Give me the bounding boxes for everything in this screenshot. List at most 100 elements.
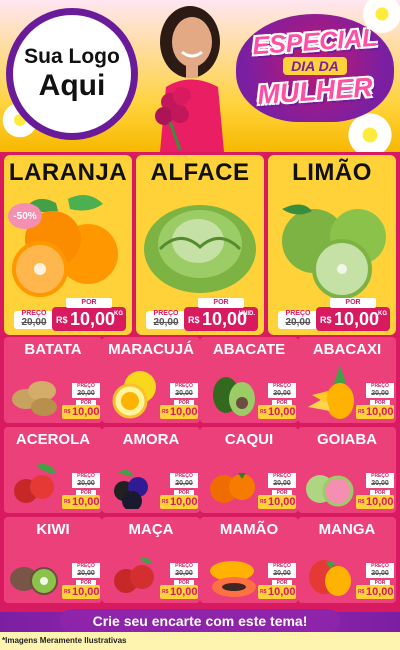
product-image [114, 469, 148, 509]
new-price-value: 10,00 [70, 309, 116, 329]
price-tag: PREÇO 20,00 POR R$ 10,00 [160, 563, 198, 601]
logo-text-line1: Sua Logo [24, 45, 120, 68]
new-price-value: 10,00 [366, 496, 394, 508]
new-price-box: POR R$ 10,00 KG [316, 298, 390, 331]
product-name: LIMÃO [292, 159, 372, 186]
old-price-label: PREÇO [170, 473, 198, 480]
new-price-value: 10,00 [334, 309, 380, 329]
badge-title-line2-text: DIA DA [283, 57, 347, 75]
new-price-box: R$ 10,00 [258, 495, 296, 509]
new-price-value: 10,00 [366, 586, 394, 598]
logo-placeholder: Sua Logo Aqui [6, 8, 138, 140]
product-image [306, 475, 354, 507]
old-price-label: PREÇO [153, 310, 179, 317]
product-card[interactable]: CAQUI PREÇO 20,00 POR R$ 10,00 [200, 427, 298, 513]
product-name: MARACUJÁ [108, 341, 194, 358]
product-image [308, 365, 354, 419]
new-price-box: R$ 10,00 [62, 405, 100, 419]
featured-card[interactable]: LIMÃO PREÇO 20,00 POR R$ 10,00 KG [268, 155, 396, 335]
price-tag: PREÇO 20,00 POR R$ 10,00 KG [14, 298, 128, 331]
product-card[interactable]: MAÇA PREÇO 20,00 POR R$ 10,00 [102, 517, 200, 603]
old-price-box: PREÇO 20,00 [278, 310, 318, 329]
old-price-value: 20,00 [170, 390, 198, 398]
new-price-box: R$ 10,00 [160, 405, 198, 419]
new-price-value: 10,00 [72, 496, 100, 508]
currency-symbol: R$ [260, 589, 267, 595]
old-price-box: PREÇO 20,00 [146, 310, 186, 329]
lime-image [282, 204, 386, 299]
price-tag: PREÇO 20,00 POR R$ 10,00 [258, 563, 296, 601]
new-price-box: R$ 10,00 [258, 585, 296, 599]
new-price-box: R$ 10,00 [62, 495, 100, 509]
product-name: BATATA [24, 341, 82, 358]
currency-symbol: R$ [260, 409, 267, 415]
product-image [14, 464, 56, 503]
product-card[interactable]: MANGA PREÇO 20,00 POR R$ 10,00 [298, 517, 396, 603]
product-name: MAMÃO [219, 521, 279, 538]
product-card[interactable]: GOIABA PREÇO 20,00 POR R$ 10,00 [298, 427, 396, 513]
new-price-value: 10,00 [170, 496, 198, 508]
old-price-label: PREÇO [21, 310, 47, 317]
old-price-value: 20,00 [366, 390, 394, 398]
featured-card[interactable]: ALFACE PREÇO 20,00 POR R$ 10,00 UNID. [136, 155, 264, 335]
old-price-value: 20,00 [268, 480, 296, 488]
new-price-box: R$ 10,00 [160, 585, 198, 599]
price-tag: PREÇO 20,00 POR R$ 10,00 [258, 473, 296, 511]
product-card[interactable]: ABACATE PREÇO 20,00 POR R$ 10,00 [200, 337, 298, 423]
product-name: GOIABA [317, 431, 377, 448]
product-name: AMORA [122, 431, 180, 448]
new-price-value: 10,00 [268, 586, 296, 598]
disclaimer-note: *Imagens Meramente Ilustrativas [2, 636, 127, 645]
old-price-value: 20,00 [153, 317, 179, 328]
product-card[interactable]: MAMÃO PREÇO 20,00 POR R$ 10,00 [200, 517, 298, 603]
new-price-box: R$ 10,00 [356, 405, 394, 419]
old-price-value: 20,00 [285, 317, 311, 328]
price-unit: KG [378, 311, 387, 317]
new-price-value: 10,00 [366, 406, 394, 418]
cta-button[interactable]: Crie seu encarte com este tema! [60, 609, 340, 633]
old-price-value: 20,00 [268, 570, 296, 578]
product-image [213, 377, 255, 416]
old-price-label: PREÇO [366, 473, 394, 480]
old-price-label: PREÇO [170, 383, 198, 390]
old-price-label: PREÇO [72, 563, 100, 570]
old-price-box: PREÇO 20,00 [14, 310, 54, 329]
product-name: CAQUI [224, 431, 274, 448]
product-name: ACEROLA [15, 431, 91, 448]
old-price-value: 20,00 [366, 480, 394, 488]
old-price-label: PREÇO [285, 310, 311, 317]
new-price-box: POR R$ 10,00 UNID. [184, 298, 258, 331]
new-price-box: R$ 10,00 [356, 495, 394, 509]
product-name: MANGA [318, 521, 376, 538]
new-price-value: 10,00 [170, 586, 198, 598]
product-image [12, 381, 57, 416]
old-price-value: 20,00 [170, 570, 198, 578]
product-image [114, 557, 154, 593]
new-price-label: POR [330, 298, 376, 308]
new-price-label: POR [66, 298, 112, 308]
new-price-box: R$ 10,00 [356, 585, 394, 599]
price-tag: PREÇO 20,00 POR R$ 10,00 [356, 473, 394, 511]
product-image [112, 371, 156, 419]
product-name: MAÇA [128, 521, 174, 538]
product-card[interactable]: MARACUJÁ PREÇO 20,00 POR R$ 10,00 [102, 337, 200, 423]
product-card[interactable]: AMORA PREÇO 20,00 POR R$ 10,00 [102, 427, 200, 513]
lettuce-image [144, 205, 256, 293]
product-card[interactable]: BATATA PREÇO 20,00 POR R$ 10,00 [4, 337, 102, 423]
featured-card[interactable]: LARANJA -50% PREÇO 20,00 POR R$ 10,00 KG [4, 155, 132, 335]
price-tag: PREÇO 20,00 POR R$ 10,00 [62, 383, 100, 421]
product-card[interactable]: ACEROLA PREÇO 20,00 POR R$ 10,00 [4, 427, 102, 513]
product-image [210, 561, 256, 597]
new-price-label: POR [198, 298, 244, 308]
product-card[interactable]: KIWI PREÇO 20,00 POR R$ 10,00 [4, 517, 102, 603]
product-name: ALFACE [150, 159, 250, 186]
price-unit: UNID. [238, 311, 255, 317]
old-price-value: 20,00 [268, 390, 296, 398]
new-price-box: R$ 10,00 [160, 495, 198, 509]
currency-symbol: R$ [358, 589, 365, 595]
new-price-value: 10,00 [268, 406, 296, 418]
product-card[interactable]: ABACAXI PREÇO 20,00 POR R$ 10,00 [298, 337, 396, 423]
product-name: LARANJA [8, 159, 128, 186]
price-tag: PREÇO 20,00 POR R$ 10,00 [356, 383, 394, 421]
currency-symbol: R$ [56, 315, 68, 325]
